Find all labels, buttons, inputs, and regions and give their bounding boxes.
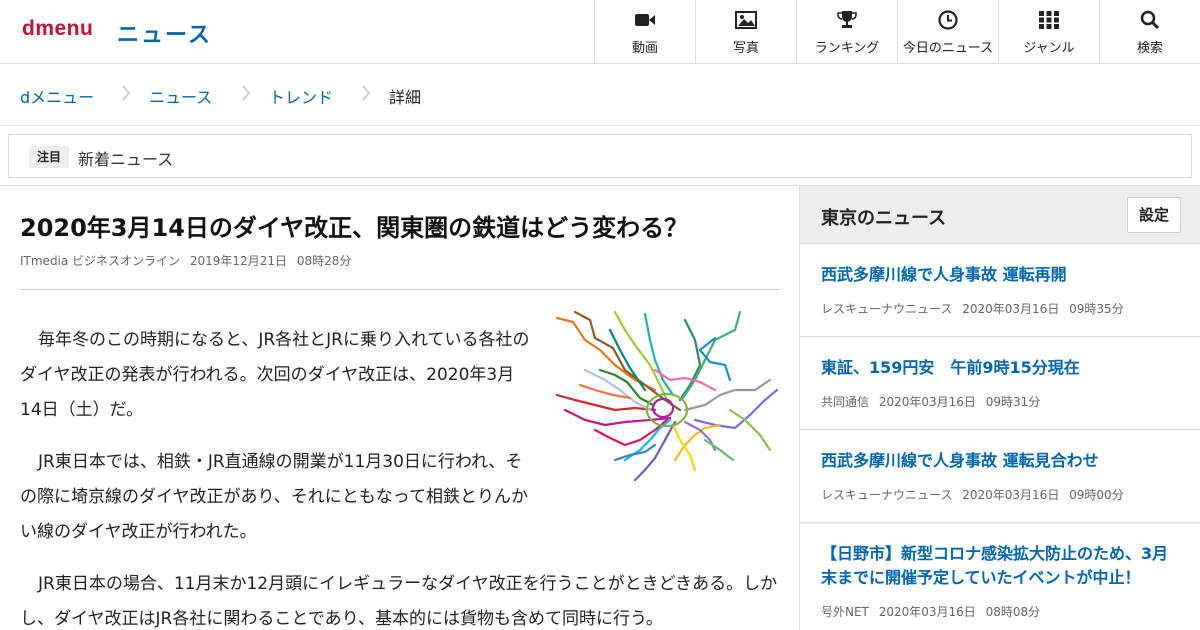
nav-genre-label: ジャンル [1023, 41, 1075, 56]
nav-today-news-label: 今日のニュース [902, 41, 994, 56]
nav-ranking[interactable]: ランキング [796, 0, 897, 63]
breadcrumb-news[interactable]: ニュース [149, 84, 212, 108]
news-item-time: 08時08分 [985, 605, 1041, 619]
nav-search[interactable]: 検索 [1099, 0, 1200, 63]
news-item-source: 共同通信 [821, 395, 870, 409]
settings-button[interactable]: 設定 [1127, 197, 1181, 233]
sidebar-news-item[interactable]: 西武多摩川線で人身事故 運転再開 レスキューナウニュース 2020年03月16日… [800, 245, 1200, 337]
breadcrumb-dmenu[interactable]: dメニュー [20, 84, 94, 108]
nav-photo-label: 写真 [732, 41, 759, 56]
nav-ranking-label: ランキング [814, 41, 880, 56]
news-item-title[interactable]: 西武多摩川線で人身事故 運転見合わせ [821, 449, 1181, 473]
notice-bar[interactable]: 注目 新着ニュース [8, 134, 1192, 178]
nav-today-news[interactable]: 今日のニュース [897, 0, 998, 63]
news-item-date: 2020年03月16日 [962, 302, 1060, 316]
news-item-time: 09時31分 [985, 395, 1041, 409]
news-item-source: レスキューナウニュース [821, 488, 953, 502]
article-divider [20, 289, 780, 290]
sidebar-header: 東京のニュース 設定 [800, 186, 1200, 244]
notice-text[interactable]: 新着ニュース [78, 146, 173, 170]
article-paragraph: 毎年冬のこの時期になると、JR各社とJRに乗り入れている各社のダイヤ改正の発表が… [20, 330, 530, 420]
news-item-title[interactable]: 東証、159円安 午前9時15分現在 [821, 356, 1181, 380]
notice-badge: 注目 [29, 146, 70, 168]
news-item-meta: 共同通信 2020年03月16日 09時31分 [821, 393, 1046, 410]
news-item-date: 2020年03月16日 [962, 488, 1060, 502]
news-item-title[interactable]: 西武多摩川線で人身事故 運転再開 [821, 263, 1181, 287]
nav-search-label: 検索 [1136, 41, 1163, 56]
video-icon [635, 14, 655, 26]
sidebar-news-item[interactable]: 東証、159円安 午前9時15分現在 共同通信 2020年03月16日 09時3… [800, 338, 1200, 430]
sidebar-news-item[interactable]: 西武多摩川線で人身事故 運転見合わせ レスキューナウニュース 2020年03月1… [800, 431, 1200, 523]
news-item-title[interactable]: 【日野市】新型コロナ感染拡大防止のため、3月末までに開催予定していたイベントが中… [821, 542, 1181, 590]
nav-genre[interactable]: ジャンル [998, 0, 1099, 63]
nav-video[interactable]: 動画 [594, 0, 695, 63]
nav-photo[interactable]: 写真 [695, 0, 796, 63]
article-paragraph: JR東日本では、相鉄・JR直通線の開業が11月30日に行われ、その際に埼京線のダ… [20, 452, 528, 542]
site-header: dmenu ニュース 動画 写真 ランキング 今日のニュース ジャンル 検索 [0, 0, 1200, 64]
local-news-sidebar: 東京のニュース 設定 西武多摩川線で人身事故 運転再開 レスキューナウニュース … [799, 186, 1200, 630]
grid-icon [1039, 11, 1059, 29]
trophy-icon [837, 11, 857, 28]
chevron-right-icon [122, 85, 131, 101]
article: 2020年3月14日のダイヤ改正、関東圏の鉄道はどう変わる？ ITmedia ビ… [20, 186, 780, 630]
chevron-right-icon [242, 85, 251, 101]
news-item-date: 2020年03月16日 [878, 395, 976, 409]
article-paragraph: JR東日本の場合、11月末か12月頭にイレギュラーなダイヤ改正を行うことがときど… [20, 574, 778, 629]
photo-icon [735, 11, 757, 29]
news-item-meta: 号外NET 2020年03月16日 08時08分 [821, 603, 1046, 620]
article-title: 2020年3月14日のダイヤ改正、関東圏の鉄道はどう変わる？ [20, 214, 689, 242]
railway-map-illustration [555, 310, 779, 482]
breadcrumb-current: 詳細 [389, 88, 422, 107]
search-icon [1140, 10, 1160, 30]
news-item-meta: レスキューナウニュース 2020年03月16日 09時00分 [821, 486, 1130, 503]
article-date: 2019年12月21日 [189, 254, 287, 268]
global-nav: 動画 写真 ランキング 今日のニュース ジャンル 検索 [594, 0, 1200, 63]
clock-icon [938, 10, 958, 30]
dmenu-logo[interactable]: dmenu [22, 17, 93, 41]
news-item-date: 2020年03月16日 [878, 605, 976, 619]
news-item-meta: レスキューナウニュース 2020年03月16日 09時35分 [821, 300, 1130, 317]
section-title[interactable]: ニュース [117, 17, 212, 49]
sidebar-title: 東京のニュース [821, 208, 947, 229]
breadcrumb: dメニュー ニュース トレンド 詳細 [0, 64, 1200, 126]
news-item-source: 号外NET [821, 605, 869, 619]
breadcrumb-trend[interactable]: トレンド [269, 84, 333, 108]
article-time: 08時28分 [296, 254, 352, 268]
chevron-right-icon [362, 85, 371, 101]
news-item-source: レスキューナウニュース [821, 302, 953, 316]
nav-video-label: 動画 [631, 41, 658, 56]
news-item-time: 09時35分 [1069, 302, 1124, 316]
news-item-time: 09時00分 [1069, 488, 1124, 502]
article-meta: ITmedia ビジネスオンライン 2019年12月21日 08時28分 [20, 252, 357, 269]
sidebar-news-item[interactable]: 【日野市】新型コロナ感染拡大防止のため、3月末までに開催予定していたイベントが中… [800, 524, 1200, 630]
article-source[interactable]: ITmedia ビジネスオンライン [20, 254, 180, 268]
